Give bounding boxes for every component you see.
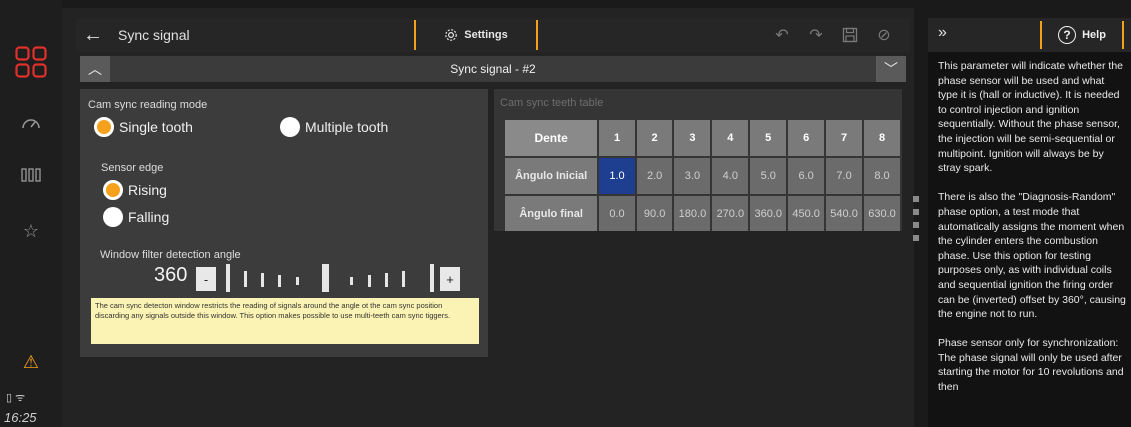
table-row: Ângulo Inicial 1.0 2.0 3.0 4.0 5.0 6.0 7… [505, 158, 900, 194]
app-logo[interactable] [0, 44, 62, 80]
undo-icon[interactable]: ↶ [772, 25, 792, 45]
table-cell[interactable]: 450.0 [788, 196, 825, 231]
window-title: Sync signal [118, 27, 190, 43]
radio-label: Falling [128, 209, 170, 225]
slider-tick [278, 275, 281, 287]
table-cell[interactable]: 2.0 [636, 158, 673, 194]
radio-dot [94, 117, 114, 137]
table-cell[interactable]: 6.0 [788, 158, 825, 194]
radio-falling[interactable]: Falling [103, 207, 169, 227]
table-cell-selected[interactable]: 1.0 [599, 158, 635, 194]
warning-icon[interactable]: ⚠ [0, 350, 62, 374]
table-cell[interactable]: 3.0 [674, 158, 711, 194]
side-rail: ☆ ⚠ ▯ ᯤ 16:25 [0, 0, 62, 427]
page-markers [913, 196, 919, 248]
clock: 16:25 [4, 410, 37, 425]
sync-select[interactable]: Sync signal - #2 [110, 56, 876, 82]
table-cell[interactable]: 540.0 [826, 196, 862, 231]
sync-selector-bar: ︿ Sync signal - #2 ﹀ [80, 56, 906, 82]
teeth-table-panel: Cam sync teeth table Dente 1 2 3 4 5 6 7… [494, 89, 902, 231]
star-icon[interactable]: ☆ [0, 218, 62, 244]
column-header: 6 [788, 120, 825, 156]
slider-tick [368, 275, 371, 287]
window-filter-label: Window filter detection angle [100, 249, 241, 261]
column-header: 7 [826, 120, 862, 156]
radio-label: Rising [128, 182, 167, 198]
slider-tick [296, 277, 299, 285]
header-cell: Dente [505, 120, 598, 156]
slider-tick [261, 273, 264, 287]
increment-button[interactable]: + [440, 267, 460, 291]
double-chevron-right-icon[interactable]: » [938, 24, 947, 42]
column-header: 4 [712, 120, 749, 156]
radio-label: Single tooth [119, 119, 193, 135]
back-arrow-icon[interactable]: ← [76, 24, 110, 47]
table-header-row: Dente 1 2 3 4 5 6 7 8 [505, 120, 900, 156]
window-angle-slider[interactable]: 360 - + [154, 262, 470, 294]
table-cell[interactable]: 630.0 [864, 196, 900, 231]
slider-tick [385, 273, 388, 287]
chevron-up-icon[interactable]: ︿ [80, 56, 110, 82]
help-header: » ? Help [928, 18, 1131, 52]
battery-wifi-icon: ▯ ᯤ [6, 392, 26, 404]
info-note: The cam sync detecton window restricts t… [91, 298, 479, 344]
table-cell[interactable]: 90.0 [636, 196, 673, 231]
slider-tick [350, 277, 353, 285]
table-cell[interactable]: 5.0 [750, 158, 787, 194]
row-header: Ângulo final [505, 196, 598, 231]
gear-icon [445, 29, 458, 41]
bars-icon[interactable] [0, 162, 62, 188]
table-cell[interactable]: 8.0 [864, 158, 900, 194]
help-button[interactable]: ? Help [1040, 21, 1124, 49]
save-icon[interactable] [840, 25, 860, 45]
slider-tick [430, 264, 434, 292]
table-row: Ângulo final 0.0 90.0 180.0 270.0 360.0 … [505, 196, 900, 231]
chevron-down-icon[interactable]: ﹀ [876, 56, 906, 82]
table-cell[interactable]: 0.0 [599, 196, 635, 231]
slider-thumb[interactable] [322, 264, 329, 292]
slider-tick [244, 271, 247, 287]
page-marker[interactable] [913, 196, 919, 202]
redo-icon[interactable]: ↷ [806, 25, 826, 45]
window-angle-value: 360 [154, 264, 188, 286]
radio-dot [103, 180, 123, 200]
disable-icon[interactable]: ⊘ [874, 25, 894, 45]
table-cell[interactable]: 4.0 [712, 158, 749, 194]
table-cell[interactable]: 180.0 [674, 196, 711, 231]
radio-dot [103, 207, 123, 227]
settings-label: Settings [464, 29, 508, 41]
radio-rising[interactable]: Rising [103, 180, 167, 200]
table-cell[interactable]: 360.0 [750, 196, 787, 231]
help-panel: » ? Help This parameter will indicate wh… [928, 18, 1131, 427]
cam-sync-panel: Cam sync reading mode Single tooth Multi… [80, 89, 488, 357]
table-cell[interactable]: 7.0 [826, 158, 862, 194]
radio-single-tooth[interactable]: Single tooth [94, 117, 193, 137]
column-header: 8 [864, 120, 900, 156]
page-marker[interactable] [913, 235, 919, 241]
page-marker[interactable] [913, 222, 919, 228]
column-header: 2 [636, 120, 673, 156]
radio-dot [280, 117, 300, 137]
slider-tick [402, 271, 405, 287]
mode-label: Cam sync reading mode [88, 99, 208, 111]
help-text: This parameter will indicate whether the… [938, 60, 1126, 394]
slider-tick [226, 264, 230, 292]
column-header: 5 [750, 120, 787, 156]
settings-button[interactable]: Settings [414, 20, 538, 50]
teeth-table-title: Cam sync teeth table [500, 97, 604, 109]
page-marker[interactable] [913, 209, 919, 215]
column-header: 3 [674, 120, 711, 156]
table-cell[interactable]: 270.0 [712, 196, 749, 231]
radio-multiple-tooth[interactable]: Multiple tooth [280, 117, 388, 137]
radio-label: Multiple tooth [305, 119, 389, 135]
help-label: Help [1082, 29, 1106, 41]
decrement-button[interactable]: - [196, 267, 216, 291]
sensor-edge-label: Sensor edge [101, 162, 164, 174]
question-icon: ? [1058, 26, 1077, 44]
gauge-icon[interactable] [0, 110, 62, 136]
top-bar: ← Sync signal Settings ↶ ↷ ⊘ [76, 18, 910, 52]
row-header: Ângulo Inicial [505, 158, 598, 194]
column-header: 1 [599, 120, 635, 156]
teeth-table: Dente 1 2 3 4 5 6 7 8 Ângulo Inicial 1.0… [503, 118, 902, 231]
